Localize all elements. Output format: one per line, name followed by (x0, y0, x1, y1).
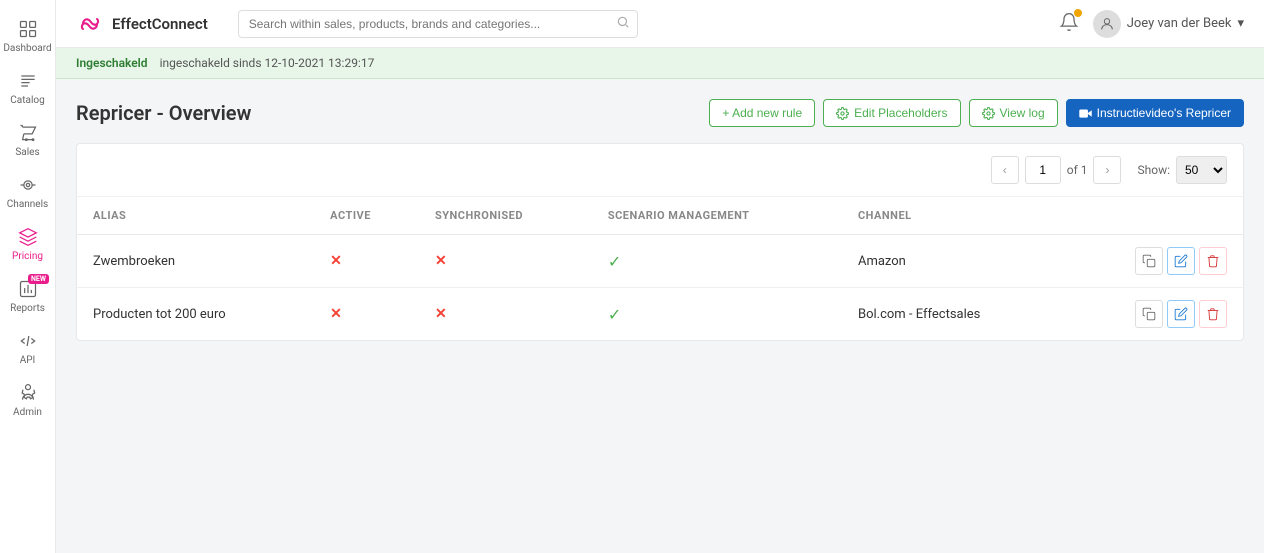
cell-scenario: ✓ (592, 288, 842, 341)
show-select[interactable]: 50 10 25 100 (1176, 156, 1227, 184)
sidebar-item-label: Pricing (12, 251, 43, 262)
header-buttons: + Add new rule Edit Placeholders View lo… (709, 99, 1244, 127)
add-rule-button[interactable]: + Add new rule (709, 99, 815, 127)
sidebar-item-api[interactable]: API (0, 320, 55, 372)
col-scenario: SCENARIO MANAGEMENT (592, 197, 842, 235)
new-badge: NEW (28, 274, 49, 284)
cell-actions (1064, 235, 1243, 288)
dashboard-icon (17, 18, 39, 40)
instructie-videos-button[interactable]: Instructievideo's Repricer (1066, 99, 1244, 127)
edit-placeholders-button[interactable]: Edit Placeholders (823, 99, 960, 127)
cell-alias: Zwembroeken (77, 235, 314, 288)
notifications-button[interactable] (1059, 12, 1079, 36)
page-header: Repricer - Overview + Add new rule Edit … (76, 99, 1244, 127)
sidebar-item-reports[interactable]: NEW Reports (0, 268, 55, 320)
page-title: Repricer - Overview (76, 101, 251, 125)
channels-icon (17, 174, 39, 196)
pagination-prev-button[interactable]: ‹ (991, 156, 1019, 184)
sidebar-item-label: Catalog (10, 95, 44, 106)
col-alias: ALIAS (77, 197, 314, 235)
status-description: ingeschakeld sinds 12-10-2021 13:29:17 (160, 56, 375, 70)
cell-synchronised: ✕ (419, 235, 592, 288)
sidebar-item-catalog[interactable]: Catalog (0, 60, 55, 112)
logo: EffectConnect (76, 15, 208, 33)
sidebar-item-label: API (20, 355, 36, 366)
pagination-row: ‹ of 1 › Show: 50 10 25 100 (77, 144, 1243, 197)
copy-button[interactable] (1135, 300, 1163, 328)
delete-button[interactable] (1199, 247, 1227, 275)
cell-channel: Bol.com - Effectsales (842, 288, 1064, 341)
cell-active: ✕ (314, 235, 419, 288)
notification-dot (1074, 9, 1082, 17)
table-row: Zwembroeken ✕ ✕ ✓ Amazon (77, 235, 1243, 288)
sidebar-item-sales[interactable]: Sales (0, 112, 55, 164)
pagination-current-page[interactable] (1025, 156, 1061, 184)
copy-button[interactable] (1135, 247, 1163, 275)
col-synchronised: SYNCHRONISED (419, 197, 592, 235)
cell-synchronised: ✕ (419, 288, 592, 341)
sidebar-item-dashboard[interactable]: Dashboard (0, 8, 55, 60)
cell-scenario: ✓ (592, 235, 842, 288)
logo-text: EffectConnect (112, 15, 208, 33)
sidebar-item-pricing[interactable]: Pricing (0, 216, 55, 268)
search-box (238, 10, 638, 38)
table-row: Producten tot 200 euro ✕ ✕ ✓ Bol.com - E… (77, 288, 1243, 341)
search-icon (616, 15, 630, 33)
edit-button[interactable] (1167, 247, 1195, 275)
sidebar-item-label: Dashboard (3, 43, 51, 54)
sidebar-item-label: Admin (13, 407, 42, 418)
user-name: Joey van der Beek (1127, 16, 1232, 31)
edit-button[interactable] (1167, 300, 1195, 328)
sales-icon (17, 122, 39, 144)
table-card: ‹ of 1 › Show: 50 10 25 100 ALIAS ACTIVE (76, 143, 1244, 341)
col-channel: CHANNEL (842, 197, 1064, 235)
rules-table: ALIAS ACTIVE SYNCHRONISED SCENARIO MANAG… (77, 197, 1243, 340)
status-label: Ingeschakeld (76, 56, 148, 70)
sidebar-item-label: Channels (7, 199, 48, 210)
show-label: Show: (1137, 163, 1170, 177)
pagination-total: of 1 (1067, 163, 1088, 177)
search-input[interactable] (238, 10, 638, 38)
content-area: Repricer - Overview + Add new rule Edit … (56, 79, 1264, 553)
view-log-button[interactable]: View log (969, 99, 1058, 127)
cell-active: ✕ (314, 288, 419, 341)
avatar (1093, 10, 1121, 38)
main-content: EffectConnect (56, 0, 1264, 553)
sidebar-item-admin[interactable]: Admin (0, 372, 55, 424)
cell-actions (1064, 288, 1243, 341)
topbar: EffectConnect (56, 0, 1264, 48)
user-menu[interactable]: Joey van der Beek ▾ (1093, 10, 1244, 38)
topbar-right: Joey van der Beek ▾ (1059, 10, 1244, 38)
sidebar-item-channels[interactable]: Channels (0, 164, 55, 216)
cell-alias: Producten tot 200 euro (77, 288, 314, 341)
col-actions (1064, 197, 1243, 235)
sidebar-item-label: Sales (15, 147, 39, 158)
admin-icon (17, 382, 39, 404)
catalog-icon (17, 70, 39, 92)
pricing-icon (17, 226, 39, 248)
delete-button[interactable] (1199, 300, 1227, 328)
pagination-next-button[interactable]: › (1093, 156, 1121, 184)
api-icon (17, 330, 39, 352)
sidebar: Dashboard Catalog Sales Channels (0, 0, 56, 553)
col-active: ACTIVE (314, 197, 419, 235)
cell-channel: Amazon (842, 235, 1064, 288)
sidebar-item-label: Reports (10, 303, 45, 314)
user-chevron-icon: ▾ (1237, 16, 1244, 31)
status-bar: Ingeschakeld ingeschakeld sinds 12-10-20… (56, 48, 1264, 79)
